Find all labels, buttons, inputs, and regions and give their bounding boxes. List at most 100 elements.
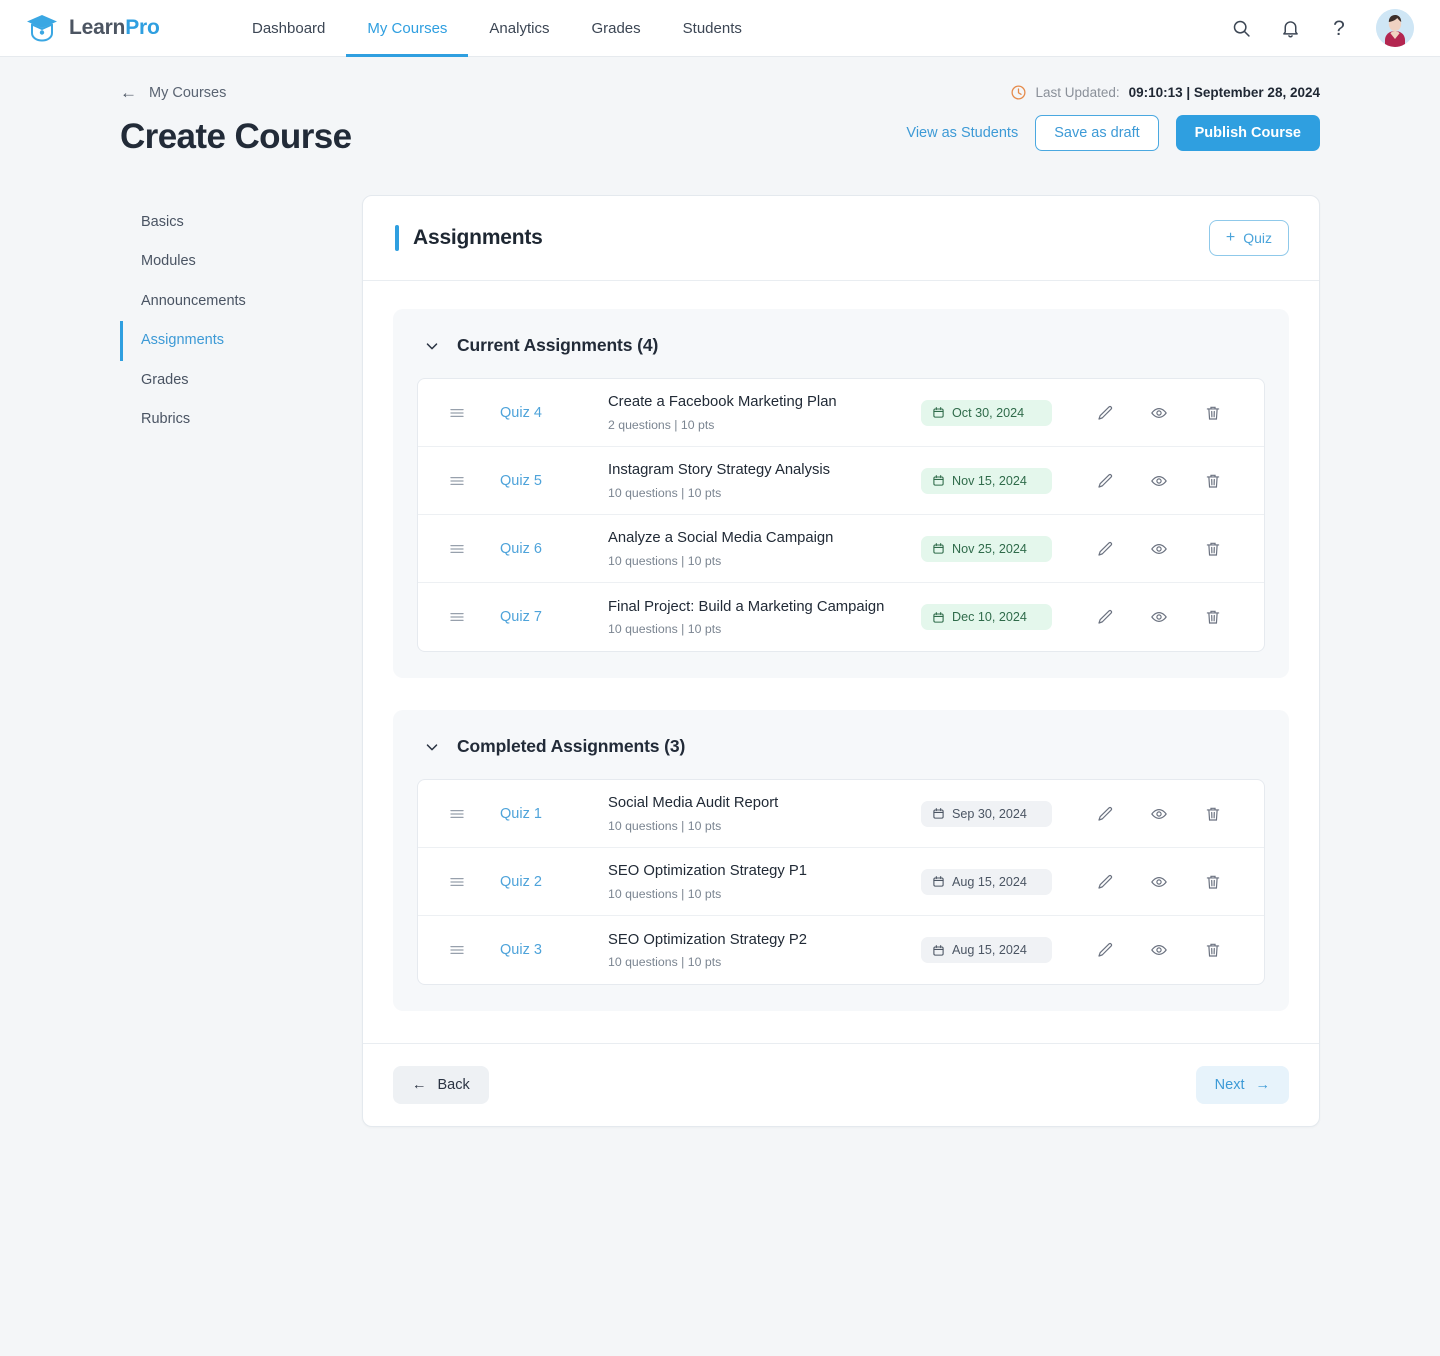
title-accent-bar (395, 225, 399, 251)
eye-icon[interactable] (1132, 805, 1186, 823)
row-meta: 2 questions | 10 pts (608, 417, 715, 432)
brand-pro: Pro (125, 16, 160, 39)
sidebar-item-modules[interactable]: Modules (120, 242, 362, 281)
pencil-icon[interactable] (1078, 805, 1132, 823)
drag-handle-icon[interactable] (448, 540, 500, 558)
pencil-icon[interactable] (1078, 873, 1132, 891)
nav-link-analytics[interactable]: Analytics (468, 0, 570, 57)
trash-icon[interactable] (1186, 873, 1240, 891)
sidebar-item-rubrics[interactable]: Rubrics (120, 400, 362, 439)
table-row[interactable]: Quiz 3 SEO Optimization Strategy P2 10 q… (418, 916, 1264, 984)
eye-icon[interactable] (1132, 540, 1186, 558)
brand-logo[interactable]: LearnPro (26, 13, 231, 43)
drag-handle-icon[interactable] (448, 941, 500, 959)
breadcrumb-label: My Courses (149, 84, 227, 101)
row-quiz-link[interactable]: Quiz 4 (500, 405, 608, 421)
nav-link-my-courses[interactable]: My Courses (346, 0, 469, 57)
clock-icon (1011, 85, 1026, 100)
row-meta: 10 questions | 10 pts (608, 553, 722, 568)
trash-icon[interactable] (1186, 805, 1240, 823)
section-header-completed[interactable]: Completed Assignments (3) (417, 736, 1265, 757)
last-updated: Last Updated: 09:10:13 | September 28, 2… (1010, 84, 1320, 101)
trash-icon[interactable] (1186, 404, 1240, 422)
row-meta: 10 questions | 10 pts (608, 485, 722, 500)
drag-handle-icon[interactable] (448, 805, 500, 823)
sidebar-item-assignments[interactable]: Assignments (120, 321, 362, 361)
table-row[interactable]: Quiz 6 Analyze a Social Media Campaign 1… (418, 515, 1264, 583)
nav-link-dashboard[interactable]: Dashboard (231, 0, 346, 57)
trash-icon[interactable] (1186, 941, 1240, 959)
section-completed-assignments: Completed Assignments (3) Quiz 1 Social … (393, 710, 1289, 1011)
section-title-current: Current Assignments (4) (457, 335, 659, 355)
graduation-cap-icon (27, 15, 57, 42)
sidebar-item-grades[interactable]: Grades (120, 361, 362, 400)
row-quiz-link[interactable]: Quiz 5 (500, 473, 608, 489)
row-content: SEO Optimization Strategy P2 10 question… (608, 931, 921, 970)
next-button[interactable]: Next → (1195, 1066, 1289, 1104)
help-icon[interactable]: ? (1327, 16, 1351, 40)
row-meta: 10 questions | 10 pts (608, 955, 722, 970)
drag-handle-icon[interactable] (448, 404, 500, 422)
section-header-current[interactable]: Current Assignments (4) (417, 335, 1265, 356)
publish-course-button[interactable]: Publish Course (1175, 115, 1320, 151)
nav-link-grades[interactable]: Grades (570, 0, 661, 57)
row-quiz-link[interactable]: Quiz 7 (500, 609, 608, 625)
due-date-badge: Dec 10, 2024 (921, 604, 1052, 630)
add-quiz-label: Quiz (1243, 230, 1272, 246)
table-row[interactable]: Quiz 4 Create a Facebook Marketing Plan … (418, 379, 1264, 447)
table-row[interactable]: Quiz 2 SEO Optimization Strategy P1 10 q… (418, 848, 1264, 916)
back-arrow-icon: ← (412, 1077, 427, 1093)
row-meta: 10 questions | 10 pts (608, 622, 722, 637)
row-quiz-link[interactable]: Quiz 1 (500, 806, 608, 822)
trash-icon[interactable] (1186, 608, 1240, 626)
eye-icon[interactable] (1132, 472, 1186, 490)
calendar-icon (933, 611, 944, 623)
drag-handle-icon[interactable] (448, 608, 500, 626)
eye-icon[interactable] (1132, 404, 1186, 422)
calendar-icon (933, 475, 944, 486)
breadcrumb[interactable]: ← My Courses (120, 84, 226, 101)
pencil-icon[interactable] (1078, 540, 1132, 558)
sidebar-item-basics[interactable]: Basics (120, 203, 362, 242)
eye-icon[interactable] (1132, 873, 1186, 891)
row-quiz-link[interactable]: Quiz 2 (500, 874, 608, 890)
nav-link-students[interactable]: Students (662, 0, 763, 57)
trash-icon[interactable] (1186, 540, 1240, 558)
due-date-text: Nov 25, 2024 (952, 541, 1027, 556)
row-quiz-link[interactable]: Quiz 6 (500, 541, 608, 557)
trash-icon[interactable] (1186, 472, 1240, 490)
pencil-icon[interactable] (1078, 608, 1132, 626)
back-button[interactable]: ← Back (393, 1066, 489, 1104)
row-quiz-link[interactable]: Quiz 3 (500, 942, 608, 958)
eye-icon[interactable] (1132, 608, 1186, 626)
avatar[interactable] (1376, 9, 1414, 47)
bell-icon[interactable] (1278, 16, 1302, 40)
eye-icon[interactable] (1132, 941, 1186, 959)
panel-title: Assignments (413, 226, 543, 249)
table-row[interactable]: Quiz 1 Social Media Audit Report 10 ques… (418, 780, 1264, 848)
row-meta: 10 questions | 10 pts (608, 818, 722, 833)
row-title: Final Project: Build a Marketing Campaig… (608, 598, 885, 615)
due-date-text: Dec 10, 2024 (952, 610, 1027, 624)
drag-handle-icon[interactable] (448, 472, 500, 490)
pencil-icon[interactable] (1078, 472, 1132, 490)
save-as-draft-button[interactable]: Save as draft (1035, 115, 1159, 151)
content-layout: Basics Modules Announcements Assignments… (120, 195, 1320, 1127)
drag-handle-icon[interactable] (448, 873, 500, 891)
help-glyph: ? (1333, 16, 1345, 40)
due-date-badge: Nov 15, 2024 (921, 467, 1052, 494)
due-date-badge: Aug 15, 2024 (921, 868, 1052, 895)
plus-icon: + (1225, 229, 1236, 246)
add-quiz-button[interactable]: + Quiz (1208, 220, 1289, 256)
due-date-badge: Oct 30, 2024 (921, 399, 1052, 426)
sidebar-item-announcements[interactable]: Announcements (120, 282, 362, 321)
view-as-students-link[interactable]: View as Students (906, 125, 1018, 141)
pencil-icon[interactable] (1078, 404, 1132, 422)
table-row[interactable]: Quiz 5 Instagram Story Strategy Analysis… (418, 447, 1264, 515)
calendar-icon (933, 543, 944, 554)
pencil-icon[interactable] (1078, 941, 1132, 959)
table-row[interactable]: Quiz 7 Final Project: Build a Marketing … (418, 583, 1264, 651)
back-arrow-icon: ← (120, 83, 137, 102)
search-icon[interactable] (1229, 16, 1253, 40)
main-nav-links: Dashboard My Courses Analytics Grades St… (231, 0, 763, 57)
